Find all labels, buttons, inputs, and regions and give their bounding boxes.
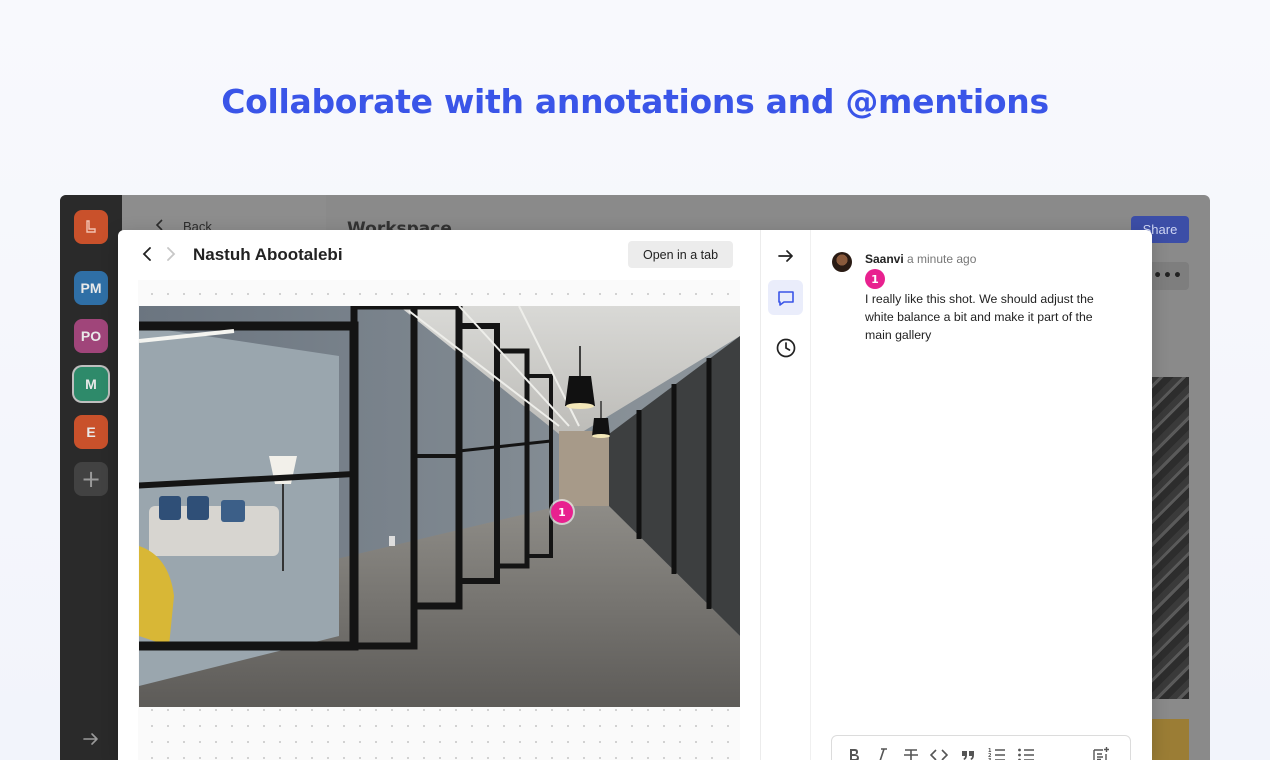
bold-icon[interactable] [843,745,865,760]
add-note-icon[interactable] [1090,745,1112,760]
image-viewer-panel: Nastuh Abootalebi Open in a tab 1 Saanvi… [118,230,1152,760]
photo-illustration [139,306,740,707]
quote-icon[interactable] [957,745,979,760]
background-gallery-image [1151,377,1189,699]
background-gallery-image-2 [1151,719,1189,760]
side-toolbar [761,230,810,760]
workspace-logo[interactable] [74,210,108,244]
italic-icon[interactable] [871,745,893,760]
expand-sidebar-icon[interactable] [81,729,101,753]
clock-icon [776,338,795,357]
arrow-right-icon [777,249,793,262]
history-tab-button[interactable] [768,330,803,365]
workspace-e[interactable]: E [74,415,108,449]
viewer-title: Nastuh Abootalebi [193,245,343,264]
workspace-po[interactable]: PO [74,319,108,353]
more-options-button[interactable]: ••• [1147,262,1189,290]
app-logo-icon [86,220,96,233]
bullet-list-icon[interactable] [1015,745,1037,760]
comment-annotation-badge[interactable]: 1 [865,269,885,289]
comment-author[interactable]: Saanvi [865,252,904,266]
workspace-m[interactable]: M [74,367,108,401]
workspace-pm[interactable]: PM [74,271,108,305]
next-chevron-icon[interactable] [163,245,177,267]
comment-editor-toolbar: 123 [831,735,1131,760]
ordered-list-icon[interactable]: 123 [986,745,1008,760]
collapse-panel-button[interactable] [768,238,803,273]
comment-icon [777,290,794,306]
open-in-tab-button[interactable]: Open in a tab [628,241,733,268]
previous-chevron-icon[interactable] [141,245,155,267]
comments-panel: Saanvi a minute ago 1 I really like this… [811,230,1152,760]
add-workspace-button[interactable]: + [74,462,108,496]
code-icon[interactable] [928,745,950,760]
workspace-rail: PM PO M E + [60,195,122,760]
strikethrough-icon[interactable] [900,745,922,760]
annotation-pin[interactable]: 1 [551,501,573,523]
avatar [832,252,852,272]
viewer-header: Nastuh Abootalebi Open in a tab [118,230,760,280]
comment-timestamp: a minute ago [907,252,977,266]
comments-tab-button[interactable] [768,280,803,315]
comment-text: I really like this shot. We should adjus… [865,292,1094,342]
office-corridor-photo[interactable]: 1 [139,306,740,707]
page-headline: Collaborate with annotations and @mentio… [221,82,1049,121]
